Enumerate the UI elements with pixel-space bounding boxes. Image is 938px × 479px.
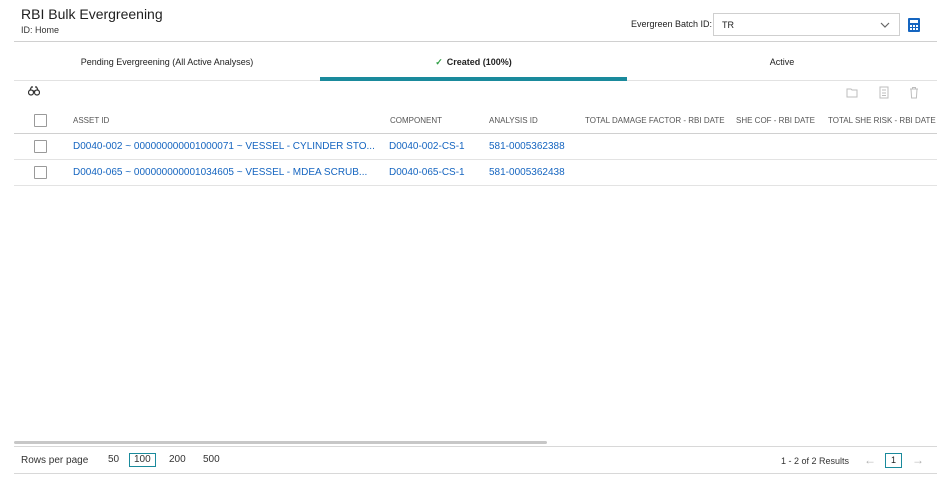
rows-per-page-option-50[interactable]: 50 [108, 454, 119, 468]
table-row: D0040-065 ~ 000000000001034605 ~ VESSEL … [14, 160, 937, 186]
column-header-total-damage-factor[interactable]: TOTAL DAMAGE FACTOR - RBI DATE [585, 116, 725, 125]
tab-label: Created (100%) [446, 57, 512, 67]
selected-tab-indicator [320, 77, 627, 81]
analysis-id-link[interactable]: 581-0005362388 [489, 141, 565, 152]
batch-id-label: Evergreen Batch ID: [631, 19, 713, 29]
tab-pending-evergreening[interactable]: Pending Evergreening (All Active Analyse… [14, 42, 320, 81]
tab-bar: Pending Evergreening (All Active Analyse… [14, 42, 937, 82]
next-page-arrow-icon[interactable]: → [912, 453, 924, 467]
prev-page-arrow-icon[interactable]: ← [864, 453, 876, 467]
rows-per-page-option-100[interactable]: 100 [129, 453, 156, 467]
asset-id-link[interactable]: D0040-002 ~ 000000000001000071 ~ VESSEL … [73, 141, 385, 152]
current-page-button[interactable]: 1 [885, 453, 902, 468]
tab-active[interactable]: Active [627, 42, 937, 81]
column-header-analysis-id[interactable]: ANALYSIS ID [489, 116, 538, 125]
select-all-checkbox[interactable] [34, 114, 47, 127]
calculator-icon[interactable] [878, 86, 890, 99]
component-link[interactable]: D0040-002-CS-1 [389, 141, 465, 152]
check-icon: ✓ [435, 57, 443, 67]
rows-per-page-label: Rows per page [21, 455, 89, 466]
row-checkbox[interactable] [34, 166, 47, 179]
column-header-component[interactable]: COMPONENT [390, 116, 442, 125]
folder-icon[interactable] [846, 86, 858, 99]
trash-icon[interactable] [908, 86, 920, 99]
tab-created[interactable]: ✓ Created (100%) [320, 42, 627, 81]
grid-toolbar [14, 82, 937, 104]
page-header: RBI Bulk Evergreening ID: Home Evergreen… [0, 0, 938, 42]
rows-per-page-option-500[interactable]: 500 [203, 454, 220, 468]
table-header: ASSET ID COMPONENT ANALYSIS ID TOTAL DAM… [14, 108, 937, 134]
horizontal-scrollbar[interactable] [14, 441, 547, 444]
asset-id-link[interactable]: D0040-065 ~ 000000000001034605 ~ VESSEL … [73, 167, 385, 178]
pagination-footer: Rows per page 50 100 200 500 1 - 2 of 2 … [14, 446, 937, 474]
column-header-asset-id[interactable]: ASSET ID [73, 116, 109, 125]
batch-id-select[interactable]: TR [713, 13, 900, 36]
chevron-down-icon[interactable] [879, 19, 891, 31]
column-header-she-cof[interactable]: SHE COF - RBI DATE [736, 116, 815, 125]
rows-per-page-option-200[interactable]: 200 [169, 454, 186, 468]
analysis-id-link[interactable]: 581-0005362438 [489, 167, 565, 178]
column-header-total-she-risk[interactable]: TOTAL SHE RISK - RBI DATE [828, 116, 936, 125]
table-row: D0040-002 ~ 000000000001000071 ~ VESSEL … [14, 134, 937, 160]
calculator-icon[interactable] [907, 17, 921, 33]
page-title: RBI Bulk Evergreening [21, 6, 163, 22]
tab-label: Active [769, 57, 795, 67]
results-count: 1 - 2 of 2 Results [781, 456, 850, 466]
row-checkbox[interactable] [34, 140, 47, 153]
batch-id-value: TR [722, 20, 734, 30]
component-link[interactable]: D0040-065-CS-1 [389, 167, 465, 178]
page-subtitle: ID: Home [21, 25, 60, 35]
tab-label: Pending Evergreening (All Active Analyse… [80, 57, 254, 67]
binoculars-icon[interactable] [28, 86, 40, 96]
